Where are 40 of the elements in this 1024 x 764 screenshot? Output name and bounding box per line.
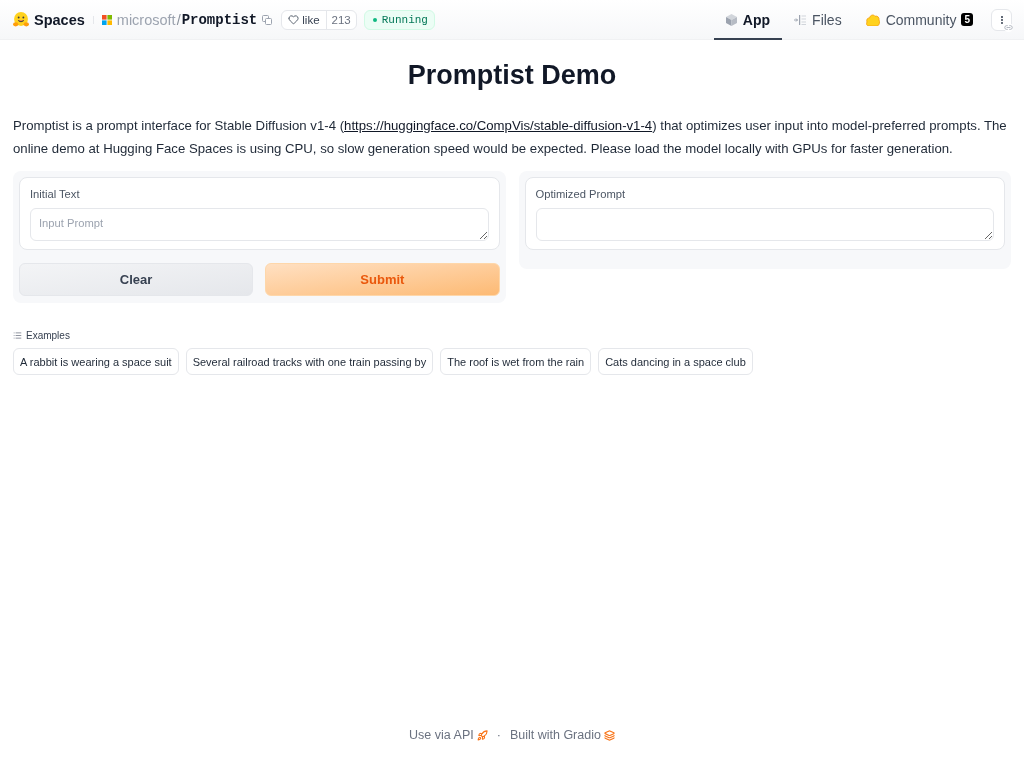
status-label: Running [381,13,428,26]
field-label: Optimized Prompt [535,187,626,201]
prompt-input[interactable]: Input Prompt [30,208,489,241]
more-button[interactable] [991,8,1012,31]
count-badge: 5 [961,13,973,26]
four-squares-icon [101,14,112,25]
intro-paragraph: Promptist is a prompt interface for Stable Diffusion v1-4 (https://huggingface.co/CompVis/stable-diffusion-v1-4) that optimizes user input into model-preferred prompts. The online demo at Hugging Face Spaces is using CPU, so slow generation speed would be expected. Please load the model locally with GPUs for faster generation. [13,117,1008,158]
heart-icon [288,14,300,25]
like-button[interactable]: like [282,10,327,29]
file-list-icon [794,14,807,25]
repo-name[interactable]: Promptist [181,11,258,28]
example-chip[interactable]: Cats dancing in a space club [598,348,753,375]
example-chip[interactable]: The roof is wet from the rain [440,348,592,375]
example-chip[interactable]: A rabbit is wearing a space suit [13,348,179,375]
nav-tab[interactable]: Files [782,0,854,40]
spaces-title[interactable]: Spaces [34,11,85,28]
example-chip[interactable]: Several railroad tracks with one train passing by [185,348,434,375]
status-dot-icon [372,17,377,22]
clear-button[interactable]: Clear [19,263,254,296]
link-icon [1004,22,1013,32]
like-count[interactable]: 213 [326,10,356,29]
field-label: Initial Text [30,187,80,201]
list-icon [13,331,22,340]
nav-tab[interactable]: Community 5 [853,0,985,40]
path-separator: / [176,11,181,28]
layers-icon [603,729,615,741]
examples-label: Examples [26,330,70,341]
nav-tab[interactable]: App [713,0,783,40]
copy-button[interactable] [262,14,273,25]
model-link[interactable]: https://huggingface.co/CompVis/stable-diffusion-v1-4 [344,118,653,133]
footer-separator: · [496,728,501,742]
cube-icon [725,13,737,26]
page-title: Promptist Demo [407,59,617,92]
copy-icon [262,14,273,25]
output-field[interactable] [535,208,994,241]
hugging-emoji-icon [13,12,29,27]
rocket-icon [476,729,488,741]
footer-link[interactable]: Built with Gradio [509,726,615,744]
footer-link[interactable]: Use via API [409,726,488,744]
cloud-icon [865,13,880,26]
